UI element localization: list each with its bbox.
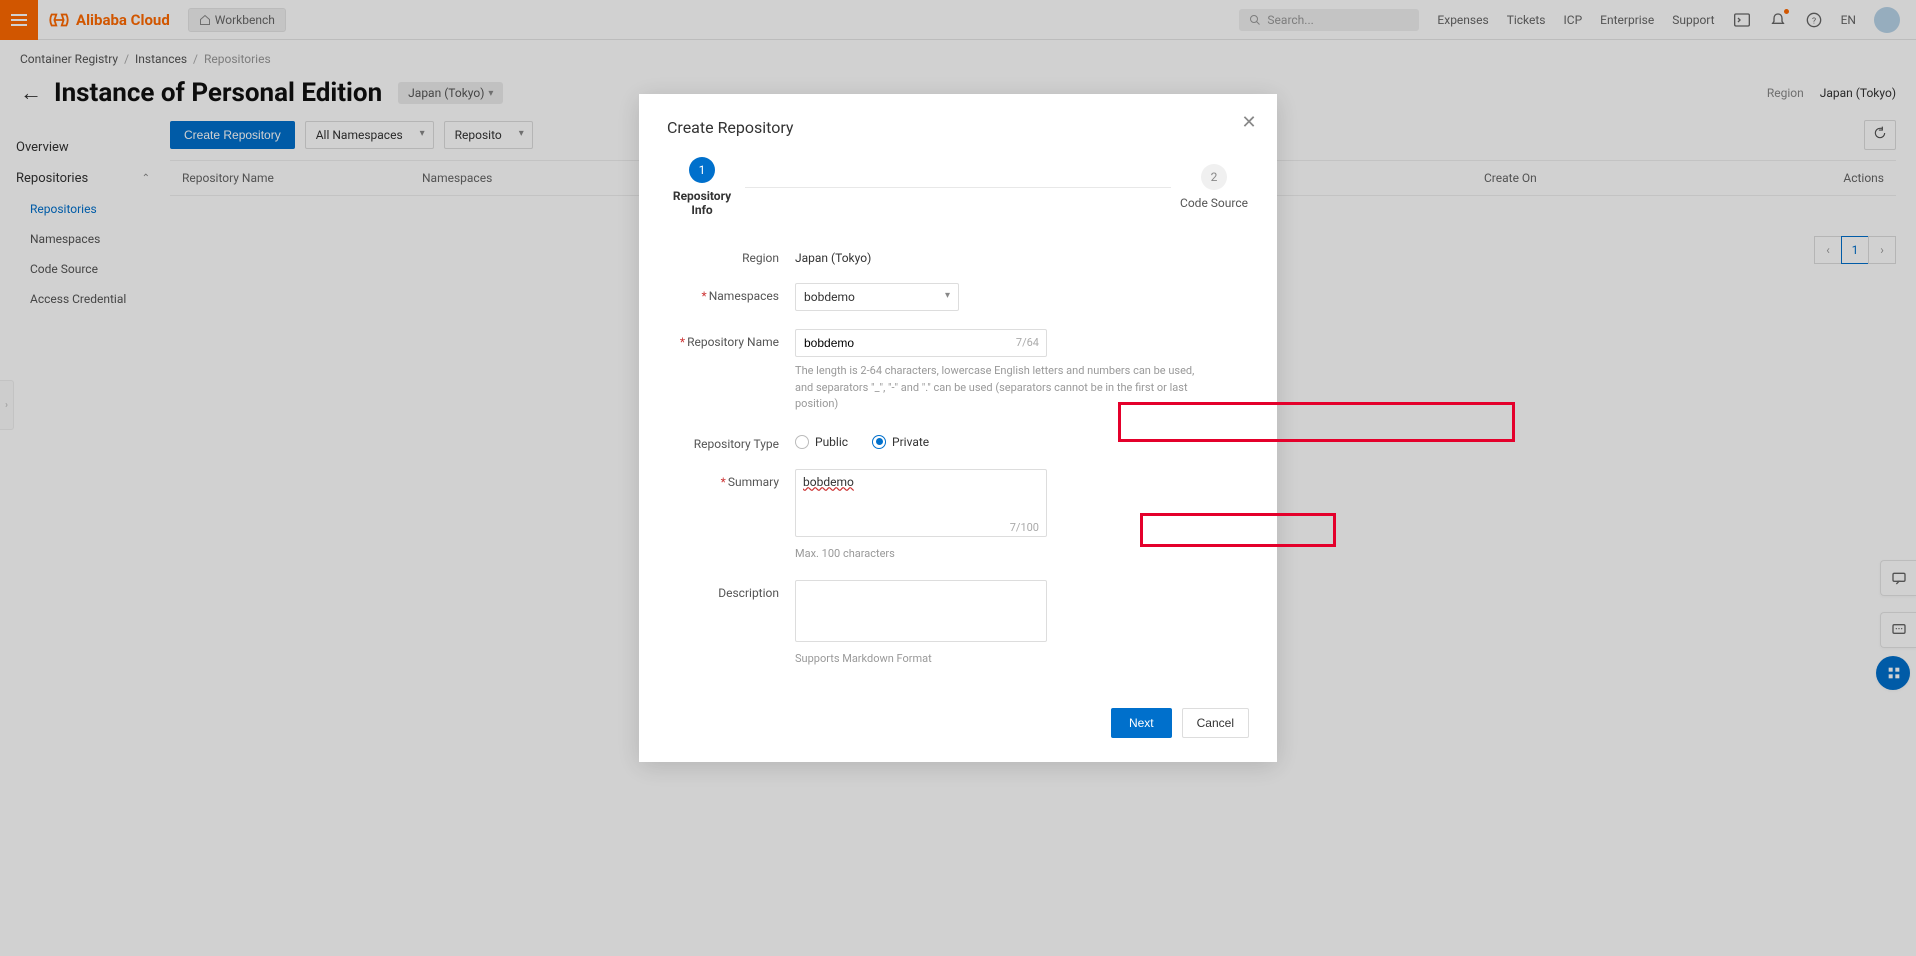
label-summary: Summary: [728, 475, 779, 489]
radio-private-label: Private: [892, 435, 929, 449]
create-repository-modal: Create Repository ✕ 1 Repository Info 2 …: [639, 94, 1277, 762]
value-region: Japan (Tokyo): [795, 245, 1249, 265]
label-repo-type: Repository Type: [667, 431, 795, 451]
step-2-label: Code Source: [1180, 196, 1248, 210]
radio-public-indicator: [795, 435, 809, 449]
label-repo-name: Repository Name: [687, 335, 779, 349]
radio-private[interactable]: Private: [872, 435, 929, 449]
step-1-circle: 1: [689, 157, 715, 183]
radio-public-label: Public: [815, 435, 848, 449]
radio-public[interactable]: Public: [795, 435, 848, 449]
namespace-dropdown-value: bobdemo: [804, 290, 855, 304]
modal-title: Create Repository: [667, 118, 1249, 137]
label-description: Description: [667, 580, 795, 600]
step-indicator: 1 Repository Info 2 Code Source: [667, 157, 1249, 217]
description-input[interactable]: [795, 580, 1047, 642]
label-region: Region: [667, 245, 795, 265]
repo-name-count: 7/64: [1016, 336, 1039, 349]
description-help: Supports Markdown Format: [795, 651, 1215, 668]
label-namespaces: Namespaces: [709, 289, 779, 303]
next-button[interactable]: Next: [1111, 708, 1172, 738]
summary-help: Max. 100 characters: [795, 546, 1215, 563]
step-2-circle: 2: [1201, 164, 1227, 190]
summary-count: 7/100: [1010, 521, 1039, 534]
step-1-label: Repository Info: [667, 189, 737, 217]
modal-close-button[interactable]: ✕: [1239, 112, 1259, 132]
radio-private-indicator: [872, 435, 886, 449]
cancel-button[interactable]: Cancel: [1182, 708, 1249, 738]
namespace-dropdown[interactable]: bobdemo: [795, 283, 959, 311]
repo-name-input[interactable]: [795, 329, 1047, 357]
repo-name-help: The length is 2-64 characters, lowercase…: [795, 363, 1215, 413]
